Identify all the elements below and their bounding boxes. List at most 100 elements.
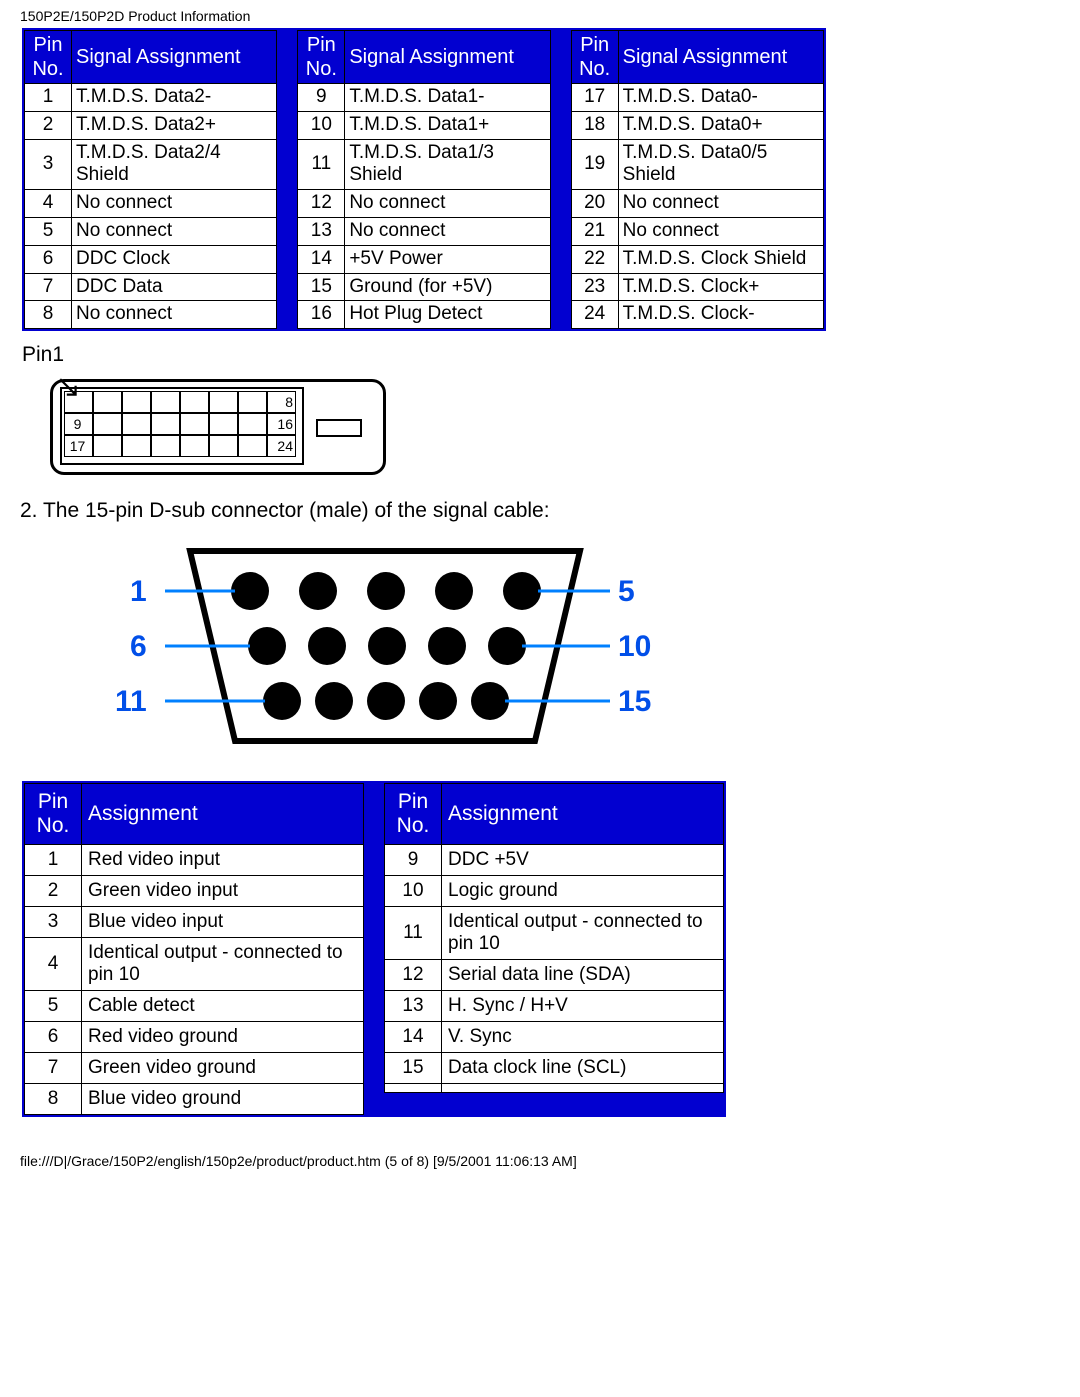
pin-number: 1 [25, 84, 72, 112]
table-row: 10Logic ground [385, 876, 724, 907]
table-row: 21No connect [571, 217, 823, 245]
pin-number: 3 [25, 907, 82, 938]
page-header: 150P2E/150P2D Product Information [20, 0, 1060, 28]
table-row: 9T.M.D.S. Data1- [298, 84, 550, 112]
pin-assignment: Identical output - connected to pin 10 [442, 907, 724, 960]
table-row: 3Blue video input [25, 907, 364, 938]
pin-number: 6 [25, 1022, 82, 1053]
dvi-cell-16: 16 [267, 413, 296, 435]
pin-assignment: +5V Power [345, 245, 550, 273]
dvi-grid: 8 916 1724 [64, 391, 296, 457]
pin-assignment: T.M.D.S. Data2- [72, 84, 277, 112]
pin-number: 12 [298, 190, 345, 218]
pin-number: 24 [571, 301, 618, 329]
pin-assignment: T.M.D.S. Data1- [345, 84, 550, 112]
table-row: 8Blue video ground [25, 1084, 364, 1115]
pin-number: 12 [385, 960, 442, 991]
pin-number: 7 [25, 1053, 82, 1084]
table-row: 12Serial data line (SDA) [385, 960, 724, 991]
pin-number: 5 [25, 991, 82, 1022]
pin-assignment: T.M.D.S. Data1+ [345, 111, 550, 139]
pin-assignment: No connect [72, 301, 277, 329]
pin-number: 5 [25, 217, 72, 245]
table-row: 2Green video input [25, 876, 364, 907]
pin-number: 3 [25, 139, 72, 190]
pin-number: 15 [385, 1053, 442, 1084]
pin-assignment: Green video input [82, 876, 364, 907]
dvi-col2-body: 9T.M.D.S. Data1-10T.M.D.S. Data1+11T.M.D… [298, 84, 550, 329]
table-row: 9DDC +5V [385, 845, 724, 876]
table-row [385, 1084, 724, 1093]
table-row: 1Red video input [25, 845, 364, 876]
dsub-pin-table: Pin No. Assignment 1Red video input2Gree… [22, 781, 726, 1117]
pin-number: 19 [571, 139, 618, 190]
col-header-pin: Pin No. [385, 784, 442, 845]
pin-assignment: DDC Clock [72, 245, 277, 273]
pin-assignment: Logic ground [442, 876, 724, 907]
table-row: 2T.M.D.S. Data2+ [25, 111, 277, 139]
table-row: 24T.M.D.S. Clock- [571, 301, 823, 329]
table-row: 5No connect [25, 217, 277, 245]
pin-number: 10 [298, 111, 345, 139]
dvi-col1-body: 1T.M.D.S. Data2-2T.M.D.S. Data2+3T.M.D.S… [25, 84, 277, 329]
pin-assignment: T.M.D.S. Clock+ [618, 273, 823, 301]
pin-number [385, 1084, 442, 1093]
dvi-pin-col-3: Pin No. Signal Assignment 17T.M.D.S. Dat… [571, 30, 824, 329]
pin-number: 10 [385, 876, 442, 907]
table-row: 10T.M.D.S. Data1+ [298, 111, 550, 139]
pin-assignment: Data clock line (SCL) [442, 1053, 724, 1084]
pin-assignment: Serial data line (SDA) [442, 960, 724, 991]
col-header-assign: Signal Assignment [72, 31, 277, 84]
pin-number: 15 [298, 273, 345, 301]
pin-number: 14 [385, 1022, 442, 1053]
pin-number: 2 [25, 111, 72, 139]
dsub-svg [70, 541, 690, 751]
pin-number: 21 [571, 217, 618, 245]
pin-number: 2 [25, 876, 82, 907]
dvi-cell-8: 8 [267, 391, 296, 413]
pin-number: 7 [25, 273, 72, 301]
table-row: 17T.M.D.S. Data0- [571, 84, 823, 112]
table-row: 19T.M.D.S. Data0/5 Shield [571, 139, 823, 190]
pin-assignment: V. Sync [442, 1022, 724, 1053]
pin-number: 8 [25, 301, 72, 329]
pin-assignment: T.M.D.S. Data1/3 Shield [345, 139, 550, 190]
page-footer: file:///D|/Grace/150P2/english/150p2e/pr… [20, 1153, 1060, 1169]
dvi-ground-slot [316, 419, 362, 437]
pin-number: 16 [298, 301, 345, 329]
col-header-assign: Assignment [442, 784, 724, 845]
dsub-col1-body: 1Red video input2Green video input3Blue … [25, 845, 364, 1115]
pin-assignment [442, 1084, 724, 1093]
pin-assignment: No connect [618, 190, 823, 218]
table-row: 11Identical output - connected to pin 10 [385, 907, 724, 960]
col-header-assign: Signal Assignment [345, 31, 550, 84]
pin-number: 9 [385, 845, 442, 876]
pin-number: 11 [385, 907, 442, 960]
dsub-description: 2. The 15-pin D-sub connector (male) of … [20, 499, 1060, 523]
pin1-arrow-icon [58, 377, 80, 399]
pin-number: 1 [25, 845, 82, 876]
table-row: 6DDC Clock [25, 245, 277, 273]
table-row: 3T.M.D.S. Data2/4 Shield [25, 139, 277, 190]
pin-number: 13 [298, 217, 345, 245]
table-row: 20No connect [571, 190, 823, 218]
pin-number: 6 [25, 245, 72, 273]
dvi-cell-17: 17 [64, 435, 93, 457]
col-header-pin: Pin No. [25, 784, 82, 845]
pin-assignment: Hot Plug Detect [345, 301, 550, 329]
dsub-connector-diagram: 1 6 11 5 10 15 [70, 541, 690, 751]
pin-assignment: Identical output - connected to pin 10 [82, 938, 364, 991]
pin-number: 4 [25, 938, 82, 991]
col-header-pin: Pin No. [298, 31, 345, 84]
pin-assignment: T.M.D.S. Clock Shield [618, 245, 823, 273]
pin-number: 18 [571, 111, 618, 139]
dvi-connector-diagram: 8 916 1724 [50, 373, 380, 473]
pin-assignment: Blue video ground [82, 1084, 364, 1115]
pin-assignment: T.M.D.S. Data2/4 Shield [72, 139, 277, 190]
dsub-col2-body: 9DDC +5V10Logic ground11Identical output… [385, 845, 724, 1093]
table-row: 7Green video ground [25, 1053, 364, 1084]
pin-number: 17 [571, 84, 618, 112]
dsub-label-1: 1 [130, 575, 147, 609]
pin-number: 23 [571, 273, 618, 301]
table-row: 22T.M.D.S. Clock Shield [571, 245, 823, 273]
